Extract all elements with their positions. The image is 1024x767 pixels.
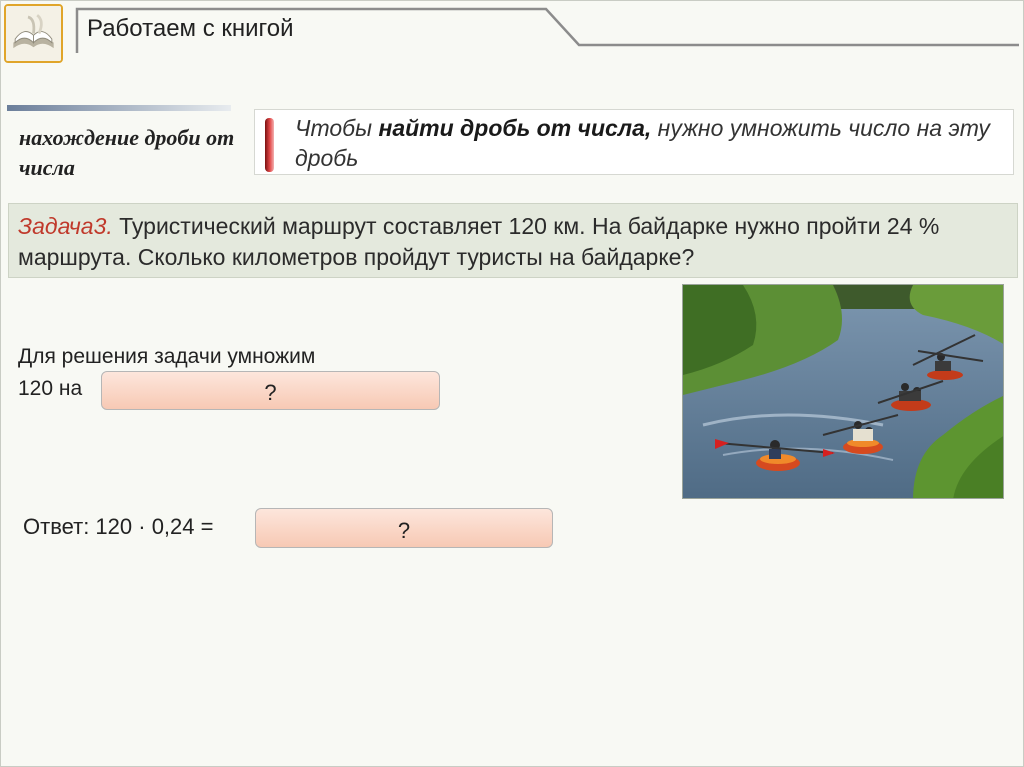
answer-label: Ответ: 120 · 0,24 = [23,514,214,539]
open-book-icon [4,4,63,63]
side-accent-bar [7,105,231,111]
hidden-answer-box-2[interactable]: ? [255,508,553,548]
rule-accent-bar [265,118,274,172]
solution-line-1: Для решения задачи умножим [18,345,316,368]
hidden-answer-box-1[interactable]: ? [101,371,440,410]
topic-label: нахождение дроби от числа [19,125,235,180]
task-text: Задача3. Туристический маршрут составляе… [18,213,940,270]
rule-box: Чтобы найти дробь от числа, нужно умножи… [254,109,1014,175]
slide: Работаем с книгой нахождение дроби от чи… [0,0,1024,767]
task-label: Задача3. [18,213,113,239]
kayaks-on-river-photo [682,284,1004,499]
page-title: Работаем с книгой [87,15,294,42]
task-box: Задача3. Туристический маршрут составляе… [8,203,1018,278]
rule-text: Чтобы найти дробь от числа, нужно умножи… [295,115,990,171]
